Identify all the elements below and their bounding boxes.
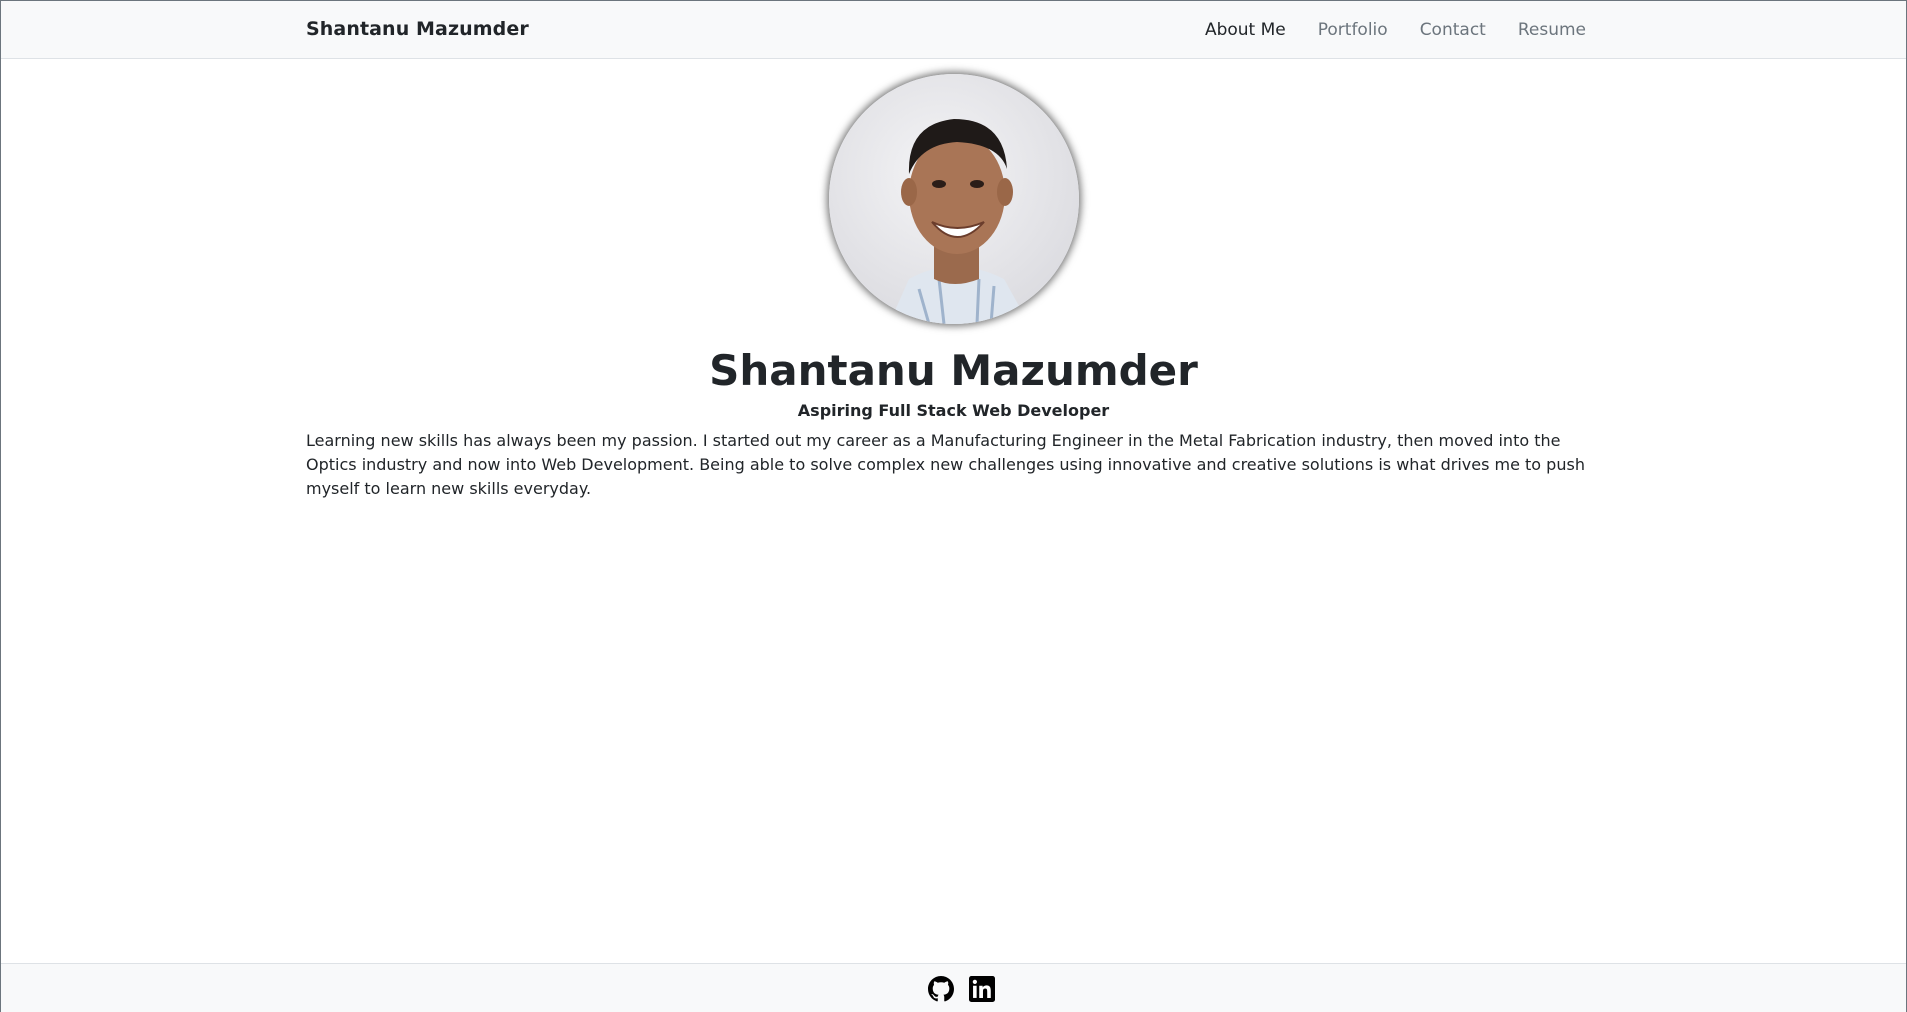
brand-link[interactable]: Shantanu Mazumder [306, 18, 529, 40]
footer [1, 963, 1906, 1012]
nav-links: About Me Portfolio Contact Resume [1205, 20, 1586, 40]
page: Shantanu Mazumder About Me Portfolio Con… [0, 0, 1907, 1012]
nav-link-contact[interactable]: Contact [1420, 20, 1486, 40]
profile-bio: Learning new skills has always been my p… [306, 431, 1585, 498]
nav-link-resume[interactable]: Resume [1518, 20, 1586, 40]
linkedin-icon[interactable] [969, 976, 995, 1002]
profile-tagline: Aspiring Full Stack Web Developer [797, 401, 1110, 420]
nav-link-about-me[interactable]: About Me [1205, 20, 1286, 40]
github-icon[interactable] [928, 976, 954, 1002]
profile-name: Shantanu Mazumder [709, 346, 1198, 395]
profile-photo [829, 74, 1079, 324]
social-links [928, 976, 995, 1002]
navbar: Shantanu Mazumder About Me Portfolio Con… [1, 1, 1906, 59]
nav-link-portfolio[interactable]: Portfolio [1318, 20, 1388, 40]
